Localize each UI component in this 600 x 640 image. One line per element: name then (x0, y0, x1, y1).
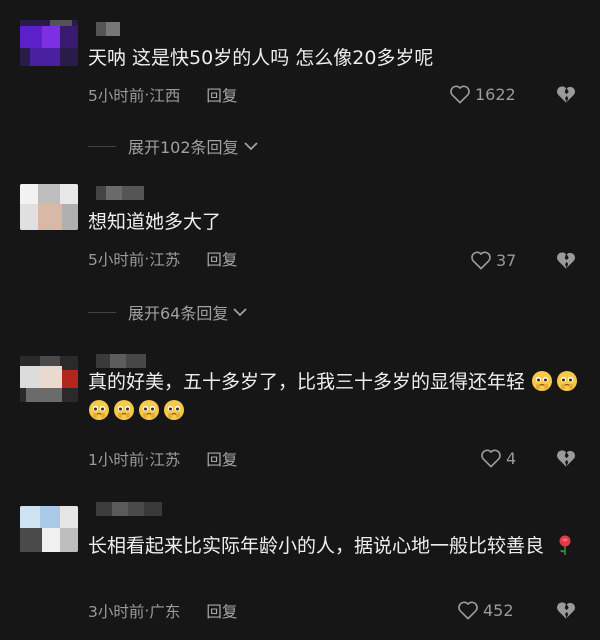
username-blurred[interactable] (96, 502, 162, 516)
avatar[interactable] (20, 356, 78, 402)
pleading-face-emoji-icon (557, 371, 578, 391)
avatar[interactable] (20, 184, 78, 230)
heart-icon (471, 251, 491, 270)
reply-button[interactable]: 回复 (206, 600, 237, 622)
comment-meta: 5小时前 · 江苏 回复 (88, 248, 237, 270)
dislike-button[interactable] (555, 600, 577, 624)
broken-heart-icon (556, 450, 576, 467)
pleading-face-emoji-icon (139, 400, 159, 420)
expand-replies-label: 展开64条回复 (128, 304, 229, 323)
comment-item: 天呐 这是快50岁的人吗 怎么像20多岁呢 5小时前 · 江西 回复 1622 … (0, 0, 600, 170)
reply-button[interactable]: 回复 (206, 84, 237, 106)
chevron-down-icon (243, 142, 258, 151)
divider (88, 311, 116, 313)
comment-location: 江西 (149, 87, 181, 105)
comment-text: 想知道她多大了 (88, 211, 222, 233)
username-blurred[interactable] (96, 354, 146, 368)
like-count: 37 (496, 250, 517, 270)
pleading-face-emoji-icon (532, 371, 553, 391)
comment-item: 长相看起来比实际年龄小的人，据说心地一般比较善良 3小时前 · 广东 回复 45… (0, 490, 600, 640)
divider (88, 145, 116, 147)
comment-meta: 3小时前 · 广东 回复 (88, 600, 237, 622)
expand-replies-button[interactable]: 展开64条回复 (88, 300, 248, 324)
rose-emoji-icon (559, 535, 571, 555)
broken-heart-icon (556, 252, 576, 269)
heart-icon (450, 85, 470, 104)
comment-time: 3小时前 (88, 603, 145, 621)
chevron-down-icon (233, 308, 248, 317)
comment-meta: 5小时前 · 江西 回复 (88, 84, 237, 106)
broken-heart-icon (556, 86, 576, 103)
avatar[interactable] (20, 20, 78, 66)
comment-location: 广东 (149, 603, 181, 621)
heart-icon (458, 601, 478, 620)
comment-location: 江苏 (149, 451, 181, 469)
comment-time: 1小时前 (88, 451, 145, 469)
reply-button[interactable]: 回复 (206, 448, 237, 470)
heart-icon (481, 449, 501, 468)
reply-button[interactable]: 回复 (206, 248, 237, 270)
comment-item: 真的好美，五十多岁了，比我三十多岁的显得还年轻 1小时前 · 江苏 回复 4 (0, 340, 600, 490)
comment-text: 真的好美，五十多岁了，比我三十多岁的显得还年轻 (88, 368, 584, 426)
comment-time: 5小时前 (88, 87, 145, 105)
avatar[interactable] (20, 506, 78, 552)
comment-text: 长相看起来比实际年龄小的人，据说心地一般比较善良 (88, 532, 584, 561)
like-count: 4 (506, 448, 517, 468)
username-blurred[interactable] (96, 186, 144, 200)
dislike-button[interactable] (555, 84, 577, 108)
comment-location: 江苏 (149, 251, 181, 269)
like-button[interactable]: 37 (470, 250, 516, 270)
comment-text-content: 长相看起来比实际年龄小的人，据说心地一般比较善良 (88, 535, 545, 557)
like-count: 452 (483, 600, 514, 620)
pleading-face-emoji-icon (89, 400, 109, 420)
like-button[interactable]: 4 (480, 448, 516, 468)
like-button[interactable]: 1622 (449, 84, 516, 104)
broken-heart-icon (556, 602, 576, 619)
expand-replies-label: 展开102条回复 (128, 138, 239, 157)
like-button[interactable]: 452 (457, 600, 514, 620)
pleading-face-emoji-icon (114, 400, 134, 420)
expand-replies-button[interactable]: 展开102条回复 (88, 134, 259, 158)
comment-meta: 1小时前 · 江苏 回复 (88, 448, 237, 470)
comment-text-content: 真的好美，五十多岁了，比我三十多岁的显得还年轻 (88, 371, 526, 393)
comment-time: 5小时前 (88, 251, 145, 269)
username-blurred[interactable] (96, 22, 126, 36)
comment-item: 想知道她多大了 5小时前 · 江苏 回复 37 展开64条回复 (0, 170, 600, 340)
dislike-button[interactable] (555, 250, 577, 274)
like-count: 1622 (475, 84, 516, 104)
pleading-face-emoji-icon (164, 400, 184, 420)
dislike-button[interactable] (555, 448, 577, 472)
comment-text: 天呐 这是快50岁的人吗 怎么像20多岁呢 (88, 47, 434, 69)
